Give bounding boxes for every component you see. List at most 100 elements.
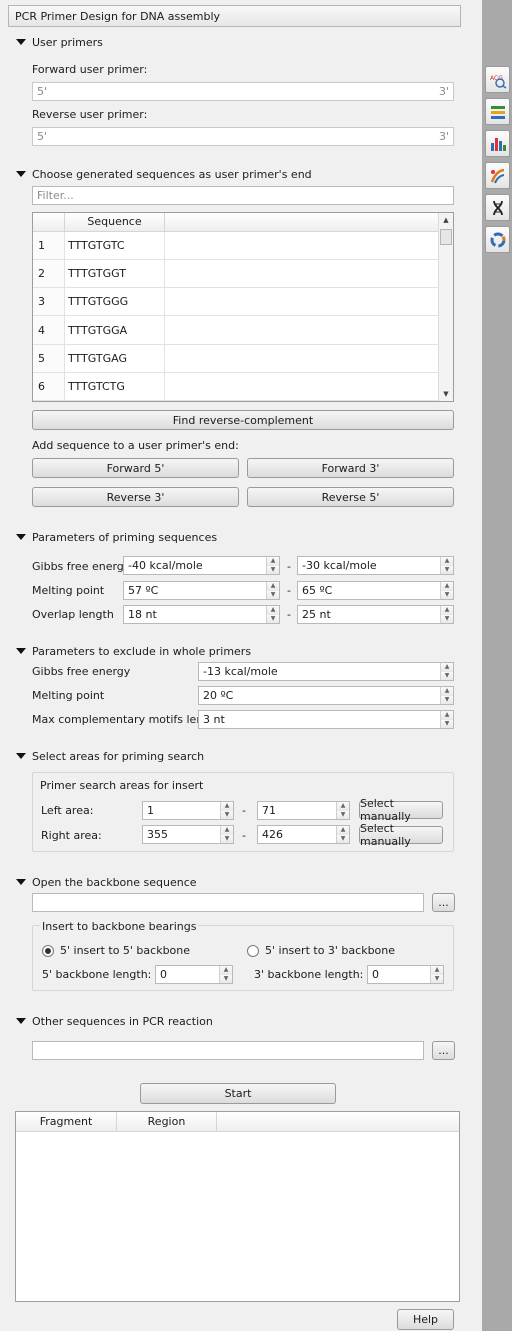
backbone-bearings-title: Insert to backbone bearings <box>40 920 199 933</box>
forward-primer-input[interactable]: 5' 3' <box>32 82 454 101</box>
spin-up-icon[interactable]: ▲ <box>221 826 233 835</box>
scroll-up-icon[interactable]: ▲ <box>439 213 453 227</box>
overlap-label: Overlap length <box>32 608 114 621</box>
spin-up-icon[interactable]: ▲ <box>441 557 453 566</box>
layers-icon[interactable] <box>485 98 510 125</box>
sequence-column-header[interactable]: Sequence <box>65 213 165 231</box>
spin-down-icon[interactable]: ▼ <box>441 614 453 623</box>
spin-up-icon[interactable]: ▲ <box>441 711 453 720</box>
spin-down-icon[interactable]: ▼ <box>441 719 453 728</box>
window-title: PCR Primer Design for DNA assembly <box>8 5 461 27</box>
spin-up-icon[interactable]: ▲ <box>441 663 453 672</box>
right-area-select-manually-button[interactable]: Select manually <box>359 822 443 848</box>
dna-icon[interactable] <box>485 194 510 221</box>
forward-primer-label: Forward user primer: <box>32 63 148 76</box>
table-row[interactable]: 6 TTTGTCTG <box>33 372 438 401</box>
forward-5-button[interactable]: Forward 5' <box>32 458 239 478</box>
gibbs-label: Gibbs free energy <box>32 560 131 573</box>
table-header: Sequence <box>33 213 438 232</box>
table-row[interactable]: 2 TTTGTGGT <box>33 260 438 289</box>
reverse-5-button[interactable]: Reverse 5' <box>247 487 454 507</box>
table-row[interactable]: 5 TTTGTGAG <box>33 344 438 373</box>
sequence-search-icon[interactable]: ACG <box>485 66 510 93</box>
collapse-triangle-icon <box>16 534 26 540</box>
spin-down-icon[interactable]: ▼ <box>431 974 443 983</box>
table-row[interactable]: 4 TTTGTGGA <box>33 316 438 345</box>
spin-down-icon[interactable]: ▼ <box>337 810 349 819</box>
start-button[interactable]: Start <box>140 1083 336 1104</box>
backbone-3-length-spinbox[interactable]: 0 ▲ ▼ <box>367 965 444 984</box>
priming-areas-header[interactable]: Select areas for priming search <box>16 748 204 764</box>
melting-max-spinbox[interactable]: 65 ºC ▲ ▼ <box>297 581 454 600</box>
spin-down-icon[interactable]: ▼ <box>220 974 232 983</box>
priming-parameters-header[interactable]: Parameters of priming sequences <box>16 529 217 545</box>
help-button[interactable]: Help <box>397 1309 454 1330</box>
right-area-to-spinbox[interactable]: 426 ▲ ▼ <box>257 825 350 844</box>
gibbs-max-spinbox[interactable]: -30 kcal/mole ▲ ▼ <box>297 556 454 575</box>
table-scrollbar[interactable]: ▲ ▼ <box>438 213 453 401</box>
exclude-gibbs-spinbox[interactable]: -13 kcal/mole ▲ ▼ <box>198 662 454 681</box>
pcr-icon[interactable] <box>485 162 510 189</box>
left-area-to-spinbox[interactable]: 71 ▲ ▼ <box>257 801 350 820</box>
spin-down-icon[interactable]: ▼ <box>441 565 453 574</box>
motif-length-spinbox[interactable]: 3 nt ▲ ▼ <box>198 710 454 729</box>
spin-up-icon[interactable]: ▲ <box>220 966 232 975</box>
circular-view-icon[interactable] <box>485 226 510 253</box>
spin-down-icon[interactable]: ▼ <box>221 810 233 819</box>
left-area-from-spinbox[interactable]: 1 ▲ ▼ <box>142 801 234 820</box>
add-sequence-label: Add sequence to a user primer's end: <box>32 439 239 452</box>
generated-sequences-header[interactable]: Choose generated sequences as user prime… <box>16 166 312 182</box>
gibbs-min-spinbox[interactable]: -40 kcal/mole ▲ ▼ <box>123 556 280 575</box>
chart-icon[interactable] <box>485 130 510 157</box>
scroll-thumb[interactable] <box>440 229 452 245</box>
spin-up-icon[interactable]: ▲ <box>221 802 233 811</box>
backbone-header[interactable]: Open the backbone sequence <box>16 874 197 890</box>
spin-up-icon[interactable]: ▲ <box>267 582 279 591</box>
other-sequences-header[interactable]: Other sequences in PCR reaction <box>16 1013 213 1029</box>
spin-up-icon[interactable]: ▲ <box>431 966 443 975</box>
find-reverse-complement-button[interactable]: Find reverse-complement <box>32 410 454 430</box>
backbone-file-input[interactable] <box>32 893 424 912</box>
region-column-header[interactable]: Region <box>117 1112 217 1131</box>
spin-up-icon[interactable]: ▲ <box>337 826 349 835</box>
spin-down-icon[interactable]: ▼ <box>441 590 453 599</box>
spin-down-icon[interactable]: ▼ <box>267 614 279 623</box>
reverse-3-button[interactable]: Reverse 3' <box>32 487 239 507</box>
exclude-gibbs-label: Gibbs free energy <box>32 665 131 678</box>
overlap-min-spinbox[interactable]: 18 nt ▲ ▼ <box>123 605 280 624</box>
backbone-5-length-spinbox[interactable]: 0 ▲ ▼ <box>155 965 233 984</box>
radio-5-to-3[interactable]: 5' insert to 3' backbone <box>247 944 395 957</box>
reverse-primer-input[interactable]: 5' 3' <box>32 127 454 146</box>
spin-down-icon[interactable]: ▼ <box>267 565 279 574</box>
exclude-melting-spinbox[interactable]: 20 ºC ▲ ▼ <box>198 686 454 705</box>
backbone-browse-button[interactable]: ... <box>432 893 455 912</box>
spin-up-icon[interactable]: ▲ <box>441 606 453 615</box>
melting-min-spinbox[interactable]: 57 ºC ▲ ▼ <box>123 581 280 600</box>
forward-3-button[interactable]: Forward 3' <box>247 458 454 478</box>
spin-down-icon[interactable]: ▼ <box>267 590 279 599</box>
spin-down-icon[interactable]: ▼ <box>337 834 349 843</box>
spin-up-icon[interactable]: ▲ <box>267 557 279 566</box>
scroll-down-icon[interactable]: ▼ <box>439 387 453 401</box>
overlap-max-spinbox[interactable]: 25 nt ▲ ▼ <box>297 605 454 624</box>
results-table-header: Fragment Region <box>16 1112 459 1132</box>
spin-up-icon[interactable]: ▲ <box>337 802 349 811</box>
spin-up-icon[interactable]: ▲ <box>441 687 453 696</box>
fragment-column-header[interactable]: Fragment <box>16 1112 117 1131</box>
user-primers-header[interactable]: User primers <box>16 34 103 50</box>
spin-up-icon[interactable]: ▲ <box>267 606 279 615</box>
spin-up-icon[interactable]: ▲ <box>441 582 453 591</box>
spin-down-icon[interactable]: ▼ <box>221 834 233 843</box>
results-table: Fragment Region <box>15 1111 460 1302</box>
other-sequences-input[interactable] <box>32 1041 424 1060</box>
filter-input[interactable]: Filter... <box>32 186 454 205</box>
exclude-parameters-header[interactable]: Parameters to exclude in whole primers <box>16 643 251 659</box>
table-row[interactable]: 1 TTTGTGTC <box>33 231 438 261</box>
spin-down-icon[interactable]: ▼ <box>441 671 453 680</box>
radio-5-to-5[interactable]: 5' insert to 5' backbone <box>42 944 190 957</box>
other-sequences-browse-button[interactable]: ... <box>432 1041 455 1060</box>
table-row[interactable]: 3 TTTGTGGG <box>33 288 438 317</box>
right-area-from-spinbox[interactable]: 355 ▲ ▼ <box>142 825 234 844</box>
spin-down-icon[interactable]: ▼ <box>441 695 453 704</box>
left-area-select-manually-button[interactable]: Select manually <box>359 797 443 823</box>
